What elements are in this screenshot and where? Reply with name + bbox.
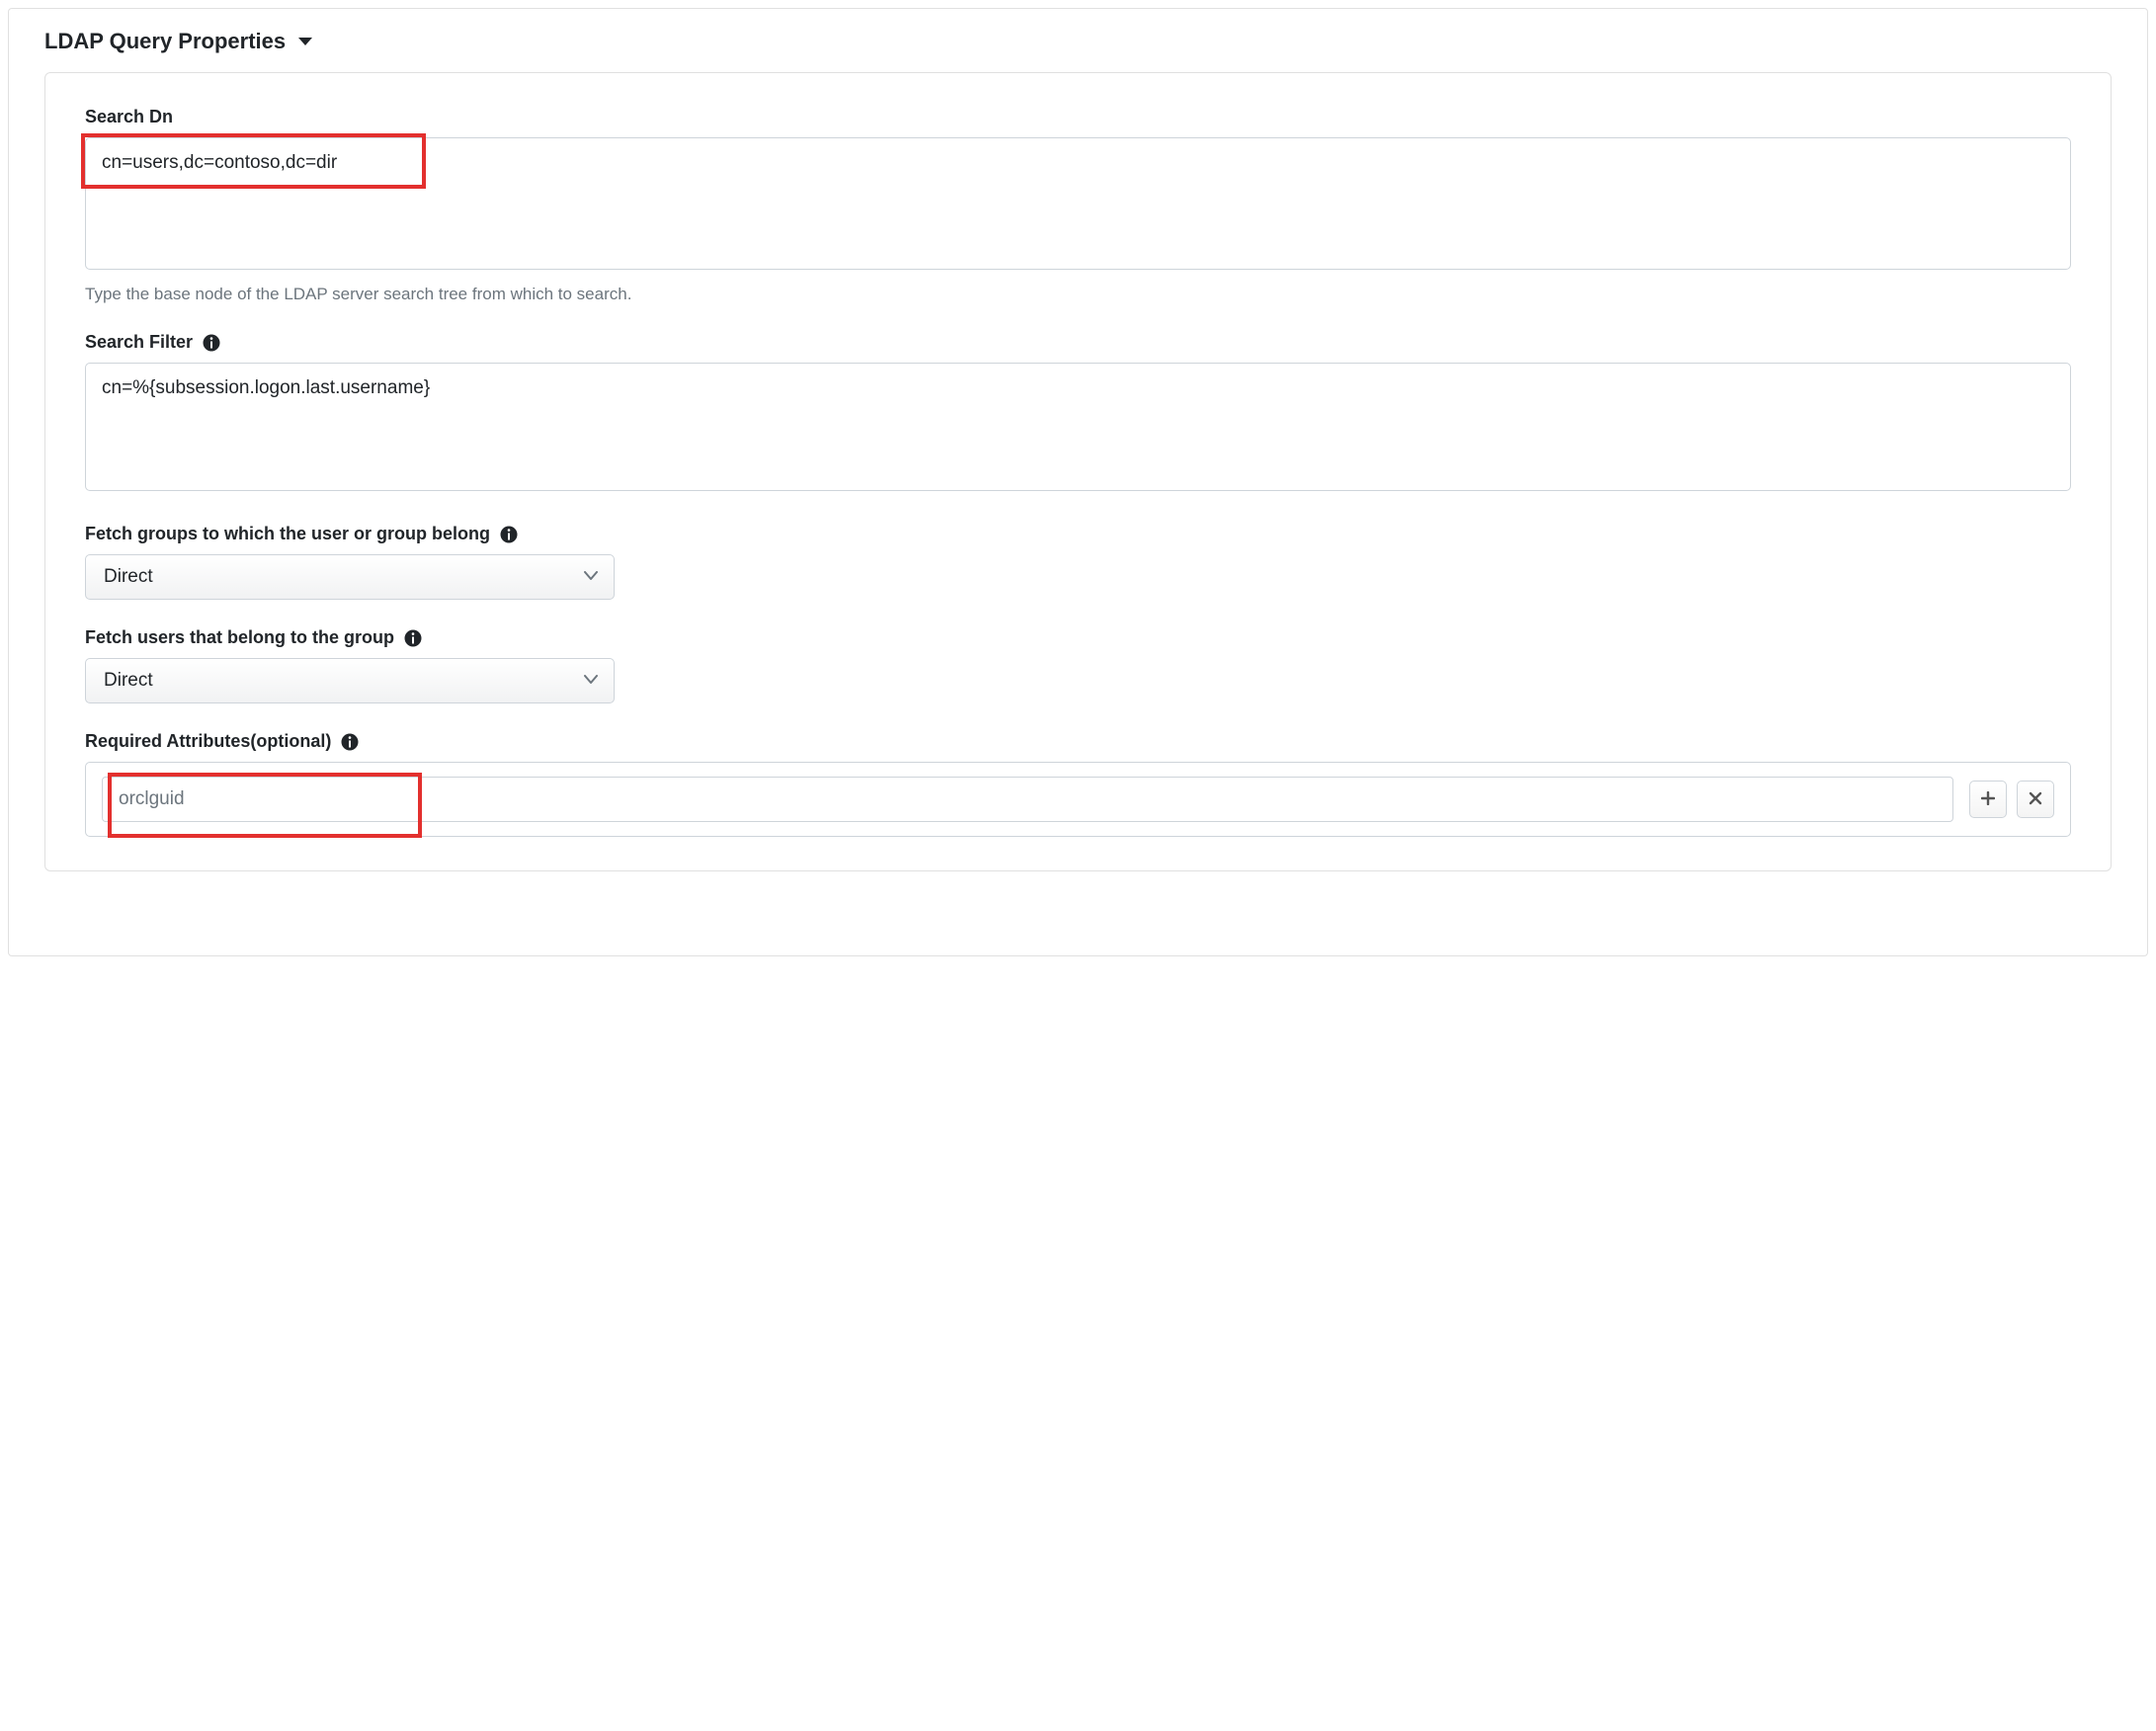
field-group-search-dn: Search Dn Type the base node of the LDAP… (85, 107, 2071, 304)
required-attributes-input[interactable] (102, 777, 1953, 822)
info-icon[interactable] (404, 629, 422, 647)
section-header-ldap-query-properties[interactable]: LDAP Query Properties (44, 29, 2112, 54)
add-attribute-button[interactable] (1969, 781, 2007, 818)
help-text-search-dn: Type the base node of the LDAP server se… (85, 285, 2071, 304)
field-group-fetch-users: Fetch users that belong to the group Dir… (85, 627, 2071, 703)
search-dn-input[interactable] (85, 137, 2071, 270)
close-icon (2029, 791, 2042, 808)
fetch-groups-select[interactable]: Direct (85, 554, 615, 600)
label-search-dn: Search Dn (85, 107, 2071, 127)
label-search-filter: Search Filter (85, 332, 193, 353)
ldap-query-panel: LDAP Query Properties Search Dn Type the… (8, 8, 2148, 956)
info-icon[interactable] (341, 733, 359, 751)
remove-attribute-button[interactable] (2017, 781, 2054, 818)
label-required-attributes: Required Attributes(optional) (85, 731, 331, 752)
label-fetch-groups: Fetch groups to which the user or group … (85, 524, 490, 544)
fetch-users-select[interactable]: Direct (85, 658, 615, 703)
info-icon[interactable] (500, 526, 518, 543)
field-group-search-filter: Search Filter (85, 332, 2071, 496)
info-icon[interactable] (203, 334, 220, 352)
field-group-fetch-groups: Fetch groups to which the user or group … (85, 524, 2071, 600)
caret-down-icon (297, 36, 313, 47)
search-filter-input[interactable] (85, 363, 2071, 491)
required-attributes-container (85, 762, 2071, 837)
plus-icon (1981, 791, 1995, 808)
label-fetch-users: Fetch users that belong to the group (85, 627, 394, 648)
section-title: LDAP Query Properties (44, 29, 286, 54)
field-group-required-attributes: Required Attributes(optional) (85, 731, 2071, 837)
ldap-query-inner-panel: Search Dn Type the base node of the LDAP… (44, 72, 2112, 871)
